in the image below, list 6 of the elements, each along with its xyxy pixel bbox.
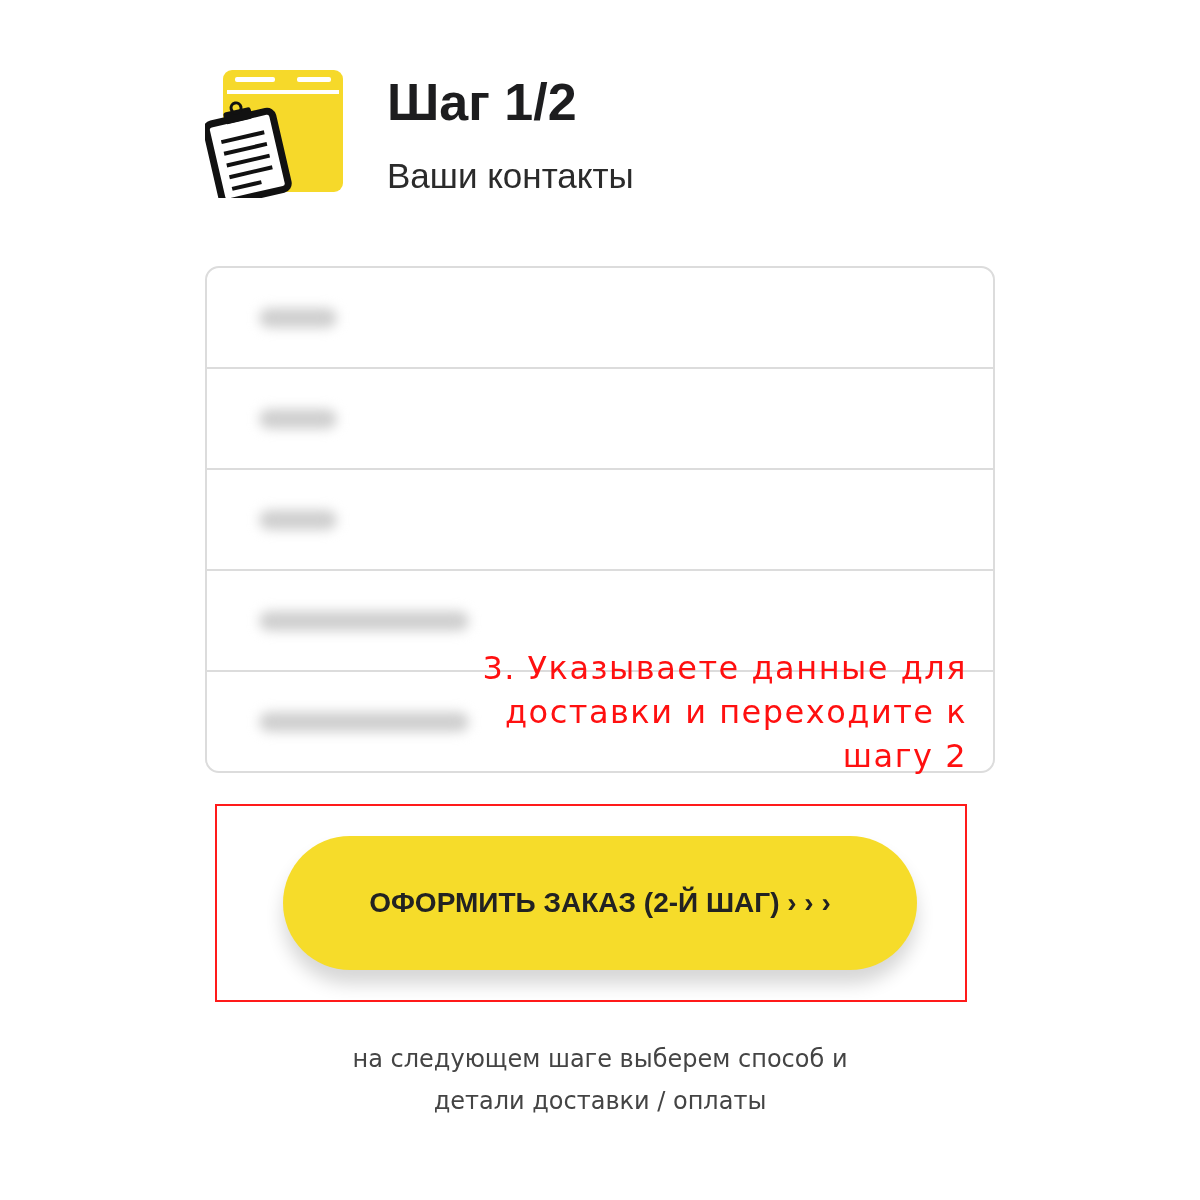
box-with-clipboard-icon [205,70,345,198]
step-title: Шаг 1/2 [387,72,578,132]
step-subtitle: Ваши контакты [387,155,634,197]
annotation-text: 3. Указываете данные для доставки и переходите к шагу 2 [482,648,967,777]
footnote-text: на следующем шаге выберем способ и детали доставки / оплаты [351,1044,849,1117]
submit-order-button[interactable]: ОФОРМИТЬ ЗАКАЗ (2-Й ШАГ) › › › [283,836,917,970]
